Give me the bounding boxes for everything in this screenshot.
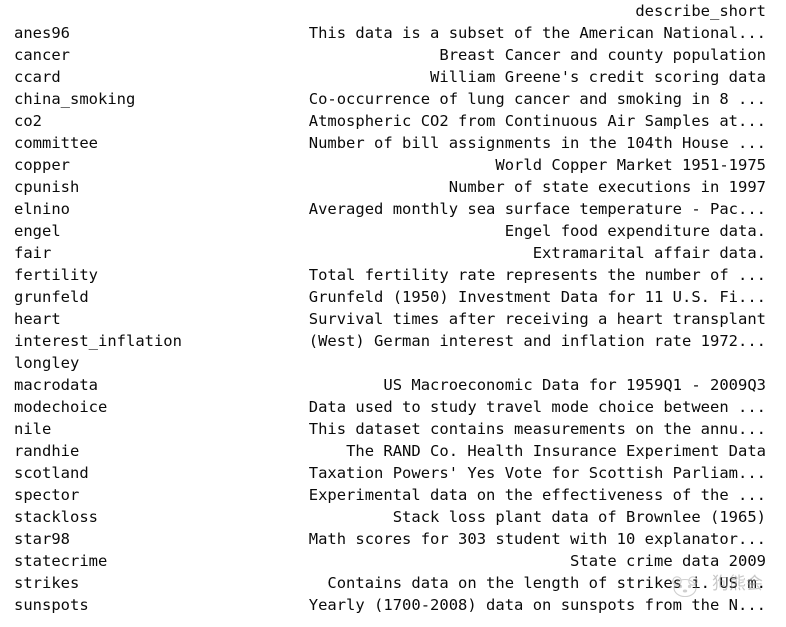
table-row: macrodata US Macroeconomic Data for 1959Q… <box>0 374 786 396</box>
dataset-name-cell: copper <box>14 156 70 174</box>
dataset-name-cell: star98 <box>14 530 70 548</box>
table-row: interest_inflation (West) German interest… <box>0 330 786 352</box>
dataset-name-cell: cpunish <box>14 178 80 196</box>
dataset-name-cell: engel <box>14 222 61 240</box>
dataset-description-cell: Survival times after receiving a heart t… <box>308 310 766 328</box>
dataset-name-cell: elnino <box>14 200 70 218</box>
table-body: anes96 This data is a subset of the Ameri… <box>0 22 786 616</box>
dataset-name-cell: fertility <box>14 266 98 284</box>
table-row: star98 Math scores for 303 student with 1… <box>0 528 786 550</box>
dataset-description-cell: Extramarital affair data. <box>532 244 766 262</box>
dataset-name-cell: committee <box>14 134 98 152</box>
dataset-name-cell: sunspots <box>14 596 89 614</box>
dataset-description-cell: Averaged monthly sea surface temperature… <box>308 200 766 218</box>
dataset-name-cell: heart <box>14 310 61 328</box>
table-row: grunfeld Grunfeld (1950) Investment Data … <box>0 286 786 308</box>
dataset-name-cell: modechoice <box>14 398 108 416</box>
table-row: cpunish Number of state executions in 199… <box>0 176 786 198</box>
dataset-description-cell: Yearly (1700-2008) data on sunspots from… <box>308 596 766 614</box>
dataset-name-cell: statecrime <box>14 552 108 570</box>
dataset-description-cell: Co-occurrence of lung cancer and smoking… <box>308 90 766 108</box>
dataset-description-cell: (West) German interest and inflation rat… <box>308 332 766 350</box>
dataset-description-cell: State crime data 2009 <box>570 552 766 570</box>
table-row: china_smoking Co-occurrence of lung cance… <box>0 88 786 110</box>
table-row: heart Survival times after receiving a he… <box>0 308 786 330</box>
table-row: modechoice Data used to study travel mode… <box>0 396 786 418</box>
dataset-name-cell: cancer <box>14 46 70 64</box>
table-row: fertility Total fertility rate represents… <box>0 264 786 286</box>
dataset-description-cell: World Copper Market 1951-1975 <box>495 156 766 174</box>
table-row: stackloss Stack loss plant data of Brownl… <box>0 506 786 528</box>
dataset-name-cell: longley <box>14 354 80 372</box>
dataset-name-cell: nile <box>14 420 52 438</box>
table-header-row: describe_short <box>0 0 786 22</box>
dataset-name-cell: strikes <box>14 574 80 592</box>
dataset-name-cell: macrodata <box>14 376 98 394</box>
dataset-description-cell: Data used to study travel mode choice be… <box>308 398 766 416</box>
dataset-name-cell: co2 <box>14 112 42 130</box>
dataset-description-cell: Number of bill assignments in the 104th … <box>308 134 766 152</box>
dataset-description-cell: This dataset contains measurements on th… <box>308 420 766 438</box>
dataset-description-cell: This data is a subset of the American Na… <box>308 24 766 42</box>
describe-short-output-console: describe_short anes96 This data is a subs… <box>0 0 786 627</box>
dataset-description-cell: Engel food expenditure data. <box>504 222 766 240</box>
dataset-name-cell: spector <box>14 486 80 504</box>
table-row: statecrime State crime data 2009 <box>0 550 786 572</box>
table-row: engel Engel food expenditure data. <box>0 220 786 242</box>
dataset-name-cell: ccard <box>14 68 61 86</box>
dataset-name-cell: grunfeld <box>14 288 89 306</box>
table-row: scotland Taxation Powers' Yes Vote for Sc… <box>0 462 786 484</box>
table-row: spector Experimental data on the effectiv… <box>0 484 786 506</box>
dataset-description-cell: Math scores for 303 student with 10 expl… <box>308 530 766 548</box>
dataset-name-cell: interest_inflation <box>14 332 182 350</box>
dataset-description-cell: US Macroeconomic Data for 1959Q1 - 2009Q… <box>383 376 766 394</box>
dataset-description-cell: William Greene's credit scoring data <box>430 68 766 86</box>
table-row: strikes Contains data on the length of st… <box>0 572 786 594</box>
table-row: sunspots Yearly (1700-2008) data on sunsp… <box>0 594 786 616</box>
dataset-description-cell: Taxation Powers' Yes Vote for Scottish P… <box>308 464 766 482</box>
dataset-name-cell: scotland <box>14 464 89 482</box>
table-row: elnino Averaged monthly sea surface tempe… <box>0 198 786 220</box>
dataset-description-cell: The RAND Co. Health Insurance Experiment… <box>346 442 766 460</box>
table-row: fair Extramarital affair data. <box>0 242 786 264</box>
dataset-name-cell: china_smoking <box>14 90 136 108</box>
dataset-description-cell: Stack loss plant data of Brownlee (1965) <box>392 508 766 526</box>
dataset-description-cell: Total fertility rate represents the numb… <box>308 266 766 284</box>
dataset-description-cell: Contains data on the length of strikes i… <box>327 574 766 592</box>
table-row: copper World Copper Market 1951-1975 <box>0 154 786 176</box>
dataset-description-cell: Atmospheric CO2 from Continuous Air Samp… <box>308 112 766 130</box>
dataset-description-cell: Grunfeld (1950) Investment Data for 11 U… <box>308 288 766 306</box>
table-row: ccard William Greene's credit scoring dat… <box>0 66 786 88</box>
dataset-name-cell: stackloss <box>14 508 98 526</box>
dataset-name-cell: randhie <box>14 442 80 460</box>
dataset-description-cell: Experimental data on the effectiveness o… <box>308 486 766 504</box>
table-row: co2 Atmospheric CO2 from Continuous Air S… <box>0 110 786 132</box>
table-row: randhie The RAND Co. Health Insurance Exp… <box>0 440 786 462</box>
table-row: cancer Breast Cancer and county populatio… <box>0 44 786 66</box>
table-row: anes96 This data is a subset of the Ameri… <box>0 22 786 44</box>
dataset-name-cell: anes96 <box>14 24 70 42</box>
dataset-description-cell: Breast Cancer and county population <box>439 46 766 64</box>
dataset-description-cell: Number of state executions in 1997 <box>448 178 766 196</box>
dataset-name-cell: fair <box>14 244 52 262</box>
table-row: longley <box>0 352 786 374</box>
column-header-describe-short: describe_short <box>635 2 766 20</box>
table-row: nile This dataset contains measurements o… <box>0 418 786 440</box>
table-row: committee Number of bill assignments in t… <box>0 132 786 154</box>
